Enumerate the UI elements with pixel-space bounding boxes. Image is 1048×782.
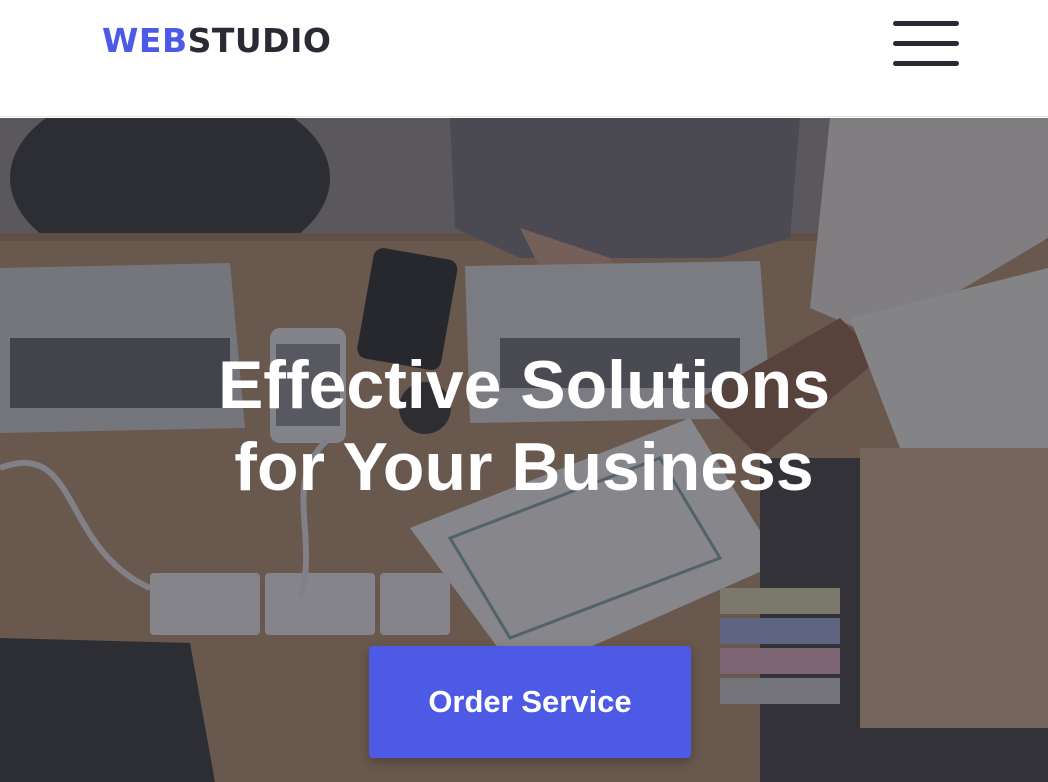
menu-bar xyxy=(893,61,959,66)
site-header: WEBSTUDIO xyxy=(0,0,1048,117)
hero-section: Effective Solutions for Your Business Or… xyxy=(0,118,1048,782)
hamburger-menu-icon[interactable] xyxy=(893,21,959,67)
logo-rest-text: STUDIO xyxy=(187,21,332,60)
order-service-button[interactable]: Order Service xyxy=(369,646,691,758)
menu-bar xyxy=(893,21,959,26)
hero-title-line-1: Effective Solutions xyxy=(217,347,831,423)
logo-accent-text: WEB xyxy=(102,21,188,60)
hero-title: Effective Solutions for Your Business xyxy=(0,344,1048,508)
menu-bar xyxy=(893,41,959,46)
hero-title-line-2: for Your Business xyxy=(234,429,814,505)
logo[interactable]: WEBSTUDIO xyxy=(102,24,331,57)
